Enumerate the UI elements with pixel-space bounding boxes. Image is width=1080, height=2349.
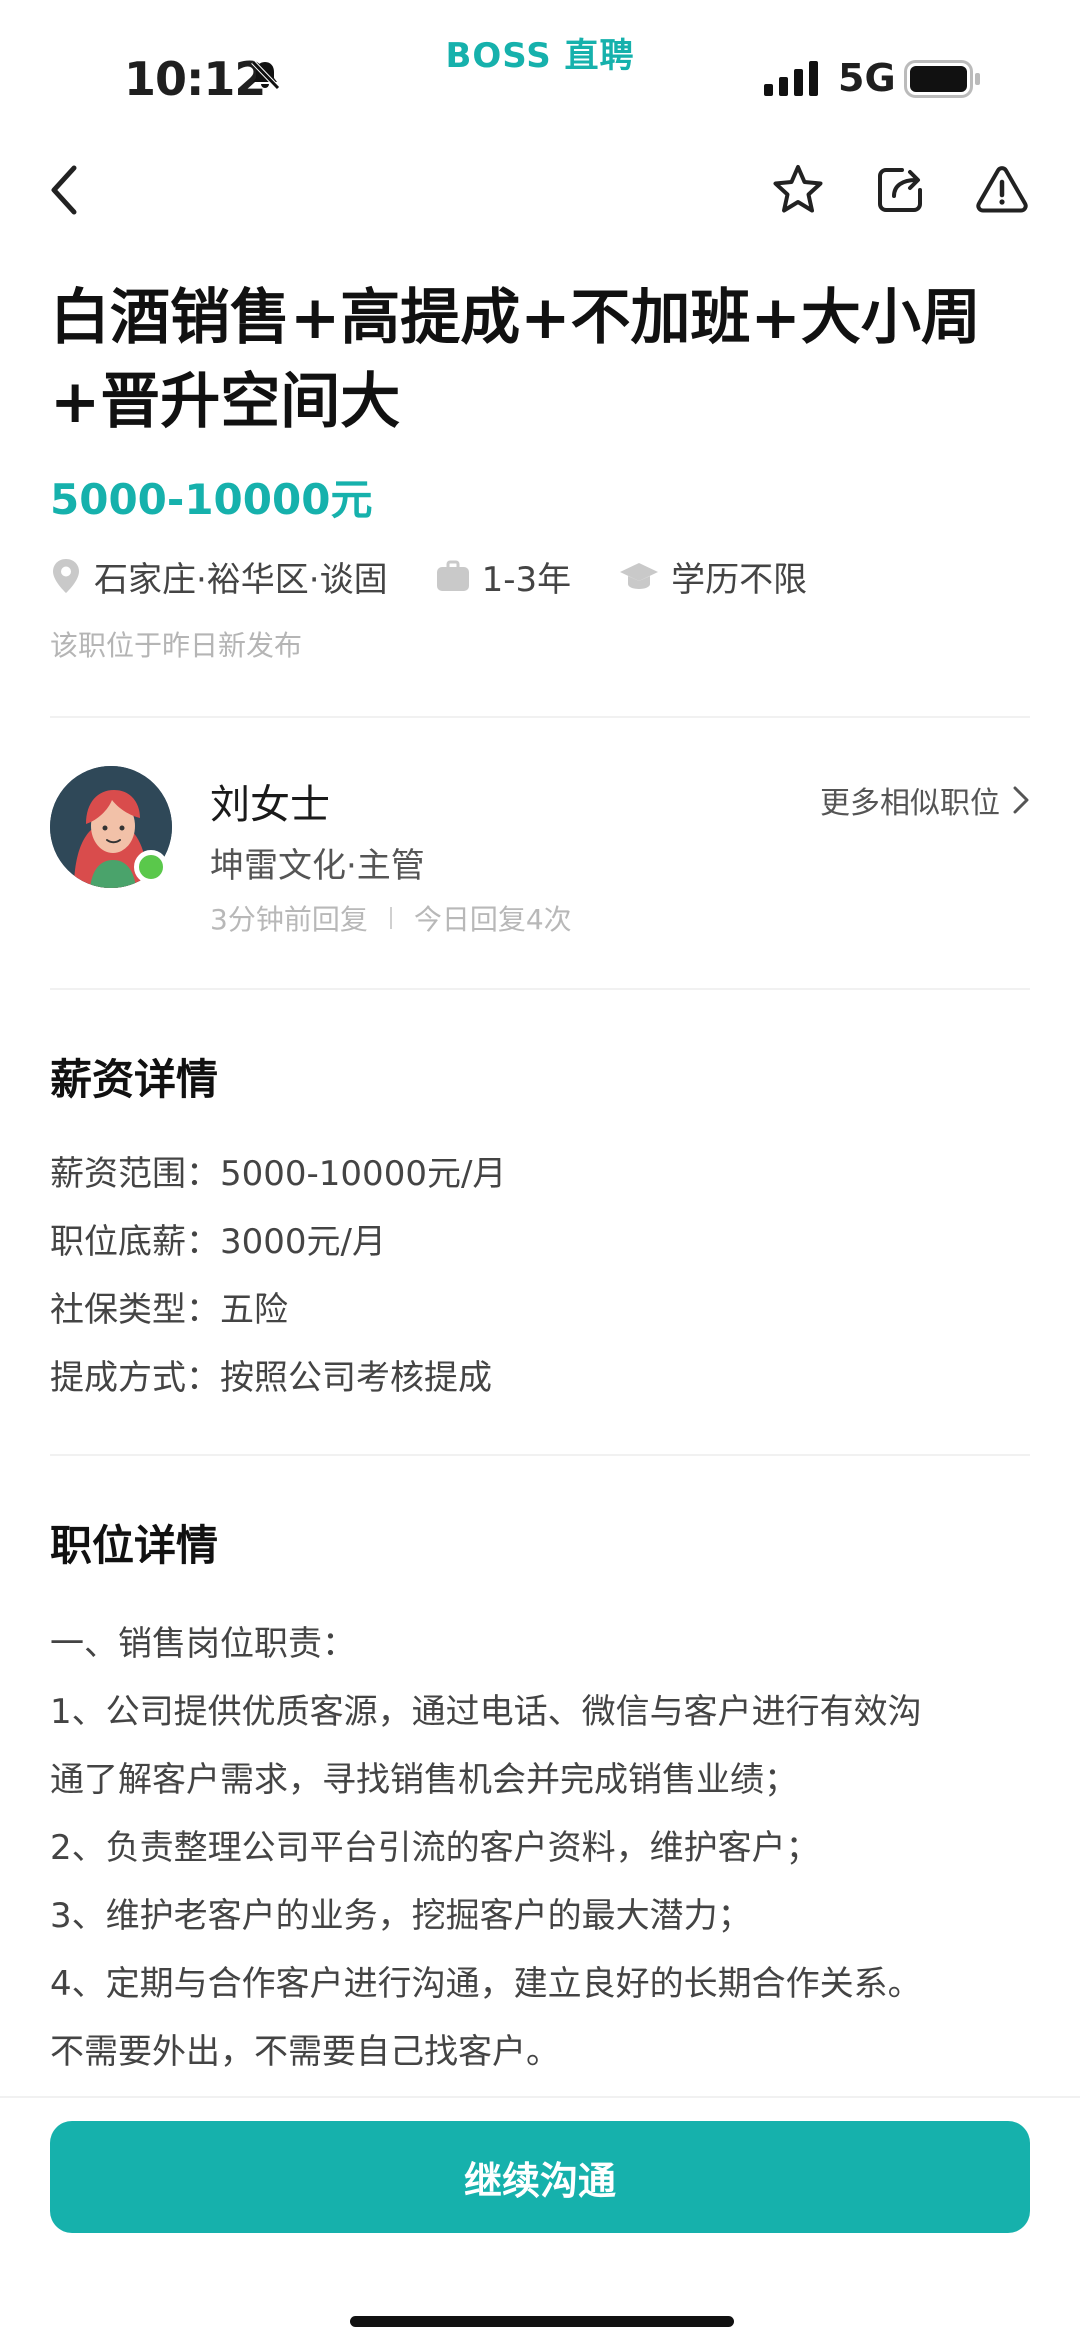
separator xyxy=(389,907,392,929)
home-indicator xyxy=(350,2316,734,2327)
job-meta: 石家庄·裕华区·谈固 1-3年 学历不限 xyxy=(50,548,855,604)
report-icon xyxy=(976,166,1028,213)
salary-detail-row: 薪资范围：5000-10000元/月 xyxy=(50,1154,507,1194)
job-title: 白酒销售+高提成+不加班+大小周 +晋升空间大 xyxy=(50,276,1010,444)
description-line: 通了解客户需求，寻找销售机会并完成销售业绩； xyxy=(50,1760,798,1800)
job-experience-text: 1-3年 xyxy=(481,559,572,600)
back-button[interactable] xyxy=(28,154,100,226)
job-location-text: 石家庄·裕华区·谈固 xyxy=(94,559,388,600)
job-education: 学历不限 xyxy=(619,552,807,601)
favorite-button[interactable] xyxy=(762,154,834,226)
description-line: 3、维护老客户的业务，挖掘客户的最大潜力； xyxy=(50,1896,752,1936)
job-description: 一、销售岗位职责： 1、公司提供优质客源，通过电话、微信与客户进行有效沟 通了解… xyxy=(50,1610,1040,2086)
reply-time: 3分钟前回复 xyxy=(210,903,368,936)
location-pin-icon xyxy=(53,559,79,593)
job-salary: 5000-10000元 xyxy=(50,475,373,524)
job-education-text: 学历不限 xyxy=(671,559,808,600)
recruiter-activity: 3分钟前回复 今日回复4次 xyxy=(210,898,572,938)
graduation-cap-icon xyxy=(620,563,659,589)
chevron-right-icon xyxy=(1013,786,1029,814)
salary-detail-row: 社保类型：五险 xyxy=(50,1290,288,1330)
posted-time: 该职位于昨日新发布 xyxy=(50,629,303,662)
recruiter-company-role: 坤雷文化·主管 xyxy=(210,846,425,886)
battery-icon xyxy=(904,60,980,98)
description-line: 不需要外出，不需要自己找客户。 xyxy=(50,2032,560,2072)
online-status-dot xyxy=(134,850,168,884)
job-title-line-1: 白酒销售+高提成+不加班+大小周 xyxy=(50,283,981,353)
job-experience: 1-3年 xyxy=(436,552,572,601)
job-details-heading: 职位详情 xyxy=(50,1521,219,1570)
share-icon xyxy=(878,168,922,212)
star-icon xyxy=(773,165,823,213)
back-icon xyxy=(51,165,77,215)
reply-count: 今日回复4次 xyxy=(413,903,572,936)
salary-detail-row: 职位底薪：3000元/月 xyxy=(50,1222,386,1262)
more-similar-jobs-link[interactable]: 更多相似职位 xyxy=(820,778,1030,822)
briefcase-icon xyxy=(436,560,469,591)
description-line: 4、定期与合作客户进行沟通，建立良好的长期合作关系。 xyxy=(50,1964,922,2004)
salary-detail-row: 提成方式：按照公司考核提成 xyxy=(50,1358,492,1398)
more-similar-jobs-label: 更多相似职位 xyxy=(820,786,1000,821)
recruiter-name: 刘女士 xyxy=(210,782,330,828)
salary-details-heading: 薪资详情 xyxy=(50,1055,219,1104)
report-button[interactable] xyxy=(966,154,1038,226)
continue-chat-button[interactable]: 继续沟通 xyxy=(50,2121,1030,2233)
job-location: 石家庄·裕华区·谈固 xyxy=(50,552,388,601)
signal-icon xyxy=(764,61,818,96)
description-line: 一、销售岗位职责： xyxy=(50,1624,356,1664)
share-button[interactable] xyxy=(864,154,936,226)
description-line: 2、负责整理公司平台引流的客户资料，维护客户； xyxy=(50,1828,820,1868)
network-type: 5G xyxy=(838,56,896,100)
divider xyxy=(50,716,1030,718)
description-line: 1、公司提供优质客源，通过电话、微信与客户进行有效沟 xyxy=(50,1692,922,1732)
divider xyxy=(50,1454,1030,1456)
divider xyxy=(50,988,1030,990)
job-title-line-2: +晋升空间大 xyxy=(50,367,401,437)
